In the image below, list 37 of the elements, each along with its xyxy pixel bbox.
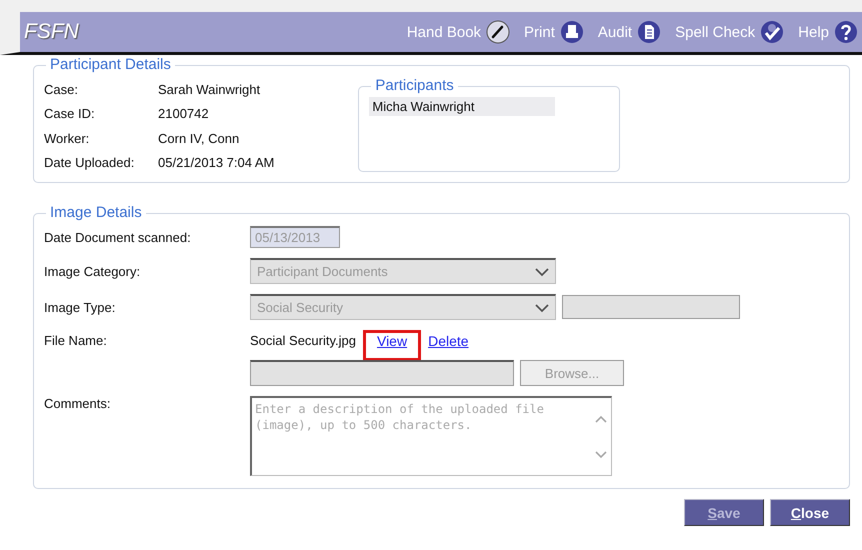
- file-path-field[interactable]: [250, 360, 514, 386]
- chevron-down-icon: [535, 266, 549, 276]
- toolbar-button[interactable]: Print: [524, 20, 584, 44]
- comments-field[interactable]: Enter a description of the uploaded file (image), up to 500 characters.: [250, 396, 612, 476]
- participant-item[interactable]: Micha Wainwright: [369, 97, 556, 116]
- field-label: Date Document scanned:: [44, 230, 192, 244]
- field-value: Sarah Wainwright: [158, 82, 262, 99]
- document-icon: [637, 20, 662, 44]
- field-label: File Name:: [44, 332, 108, 348]
- chevron-down-icon: [535, 302, 549, 312]
- toolbar-button[interactable]: Hand Book: [406, 20, 510, 44]
- link[interactable]: View: [362, 330, 422, 361]
- field-label: Worker:: [44, 130, 90, 148]
- field-label: Date Uploaded:: [44, 154, 136, 172]
- help-icon: [834, 20, 858, 44]
- text-field[interactable]: [562, 295, 740, 319]
- toolbar-button[interactable]: Audit: [598, 20, 662, 44]
- field-label: Image Category:: [44, 264, 142, 278]
- field-label: Image Type:: [44, 300, 116, 314]
- toolbar-button[interactable]: Help: [798, 20, 858, 44]
- field-label: Comments:: [44, 396, 112, 411]
- file-name: Social Security.jpg: [250, 332, 356, 348]
- section-title: Image Details: [46, 204, 146, 221]
- section-title: Participant Details: [46, 56, 175, 73]
- field-value: 2100742: [158, 106, 210, 124]
- dialog-button[interactable]: Close: [770, 499, 850, 526]
- section-title: Participants: [371, 77, 458, 94]
- field-value: 05/21/2013 7:04 AM: [158, 154, 274, 172]
- toolbar-button[interactable]: Spell Check: [675, 20, 784, 44]
- field-value: Corn IV, Conn: [158, 130, 240, 148]
- field-label: Case:: [44, 82, 79, 99]
- pen-icon: [486, 20, 510, 44]
- app-title: FSFN: [23, 20, 79, 44]
- field-label: Case ID:: [44, 106, 96, 124]
- link[interactable]: Delete: [424, 330, 473, 352]
- printer-icon: [560, 20, 584, 44]
- spell-check-icon: [760, 20, 784, 44]
